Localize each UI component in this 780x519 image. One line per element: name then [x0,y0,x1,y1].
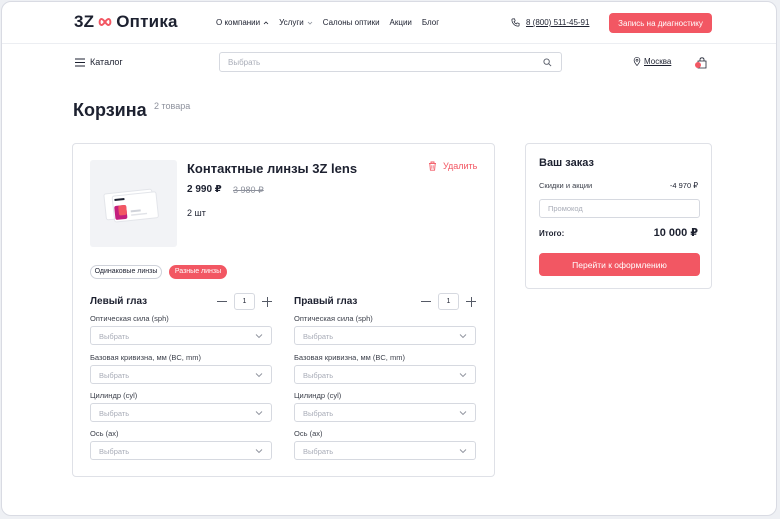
increase-button[interactable] [262,296,272,307]
nav-item-label: Блог [421,18,440,27]
left-sph-select[interactable]: Выбрать [90,326,272,345]
order-summary-card: Ваш заказ Скидки и акции -4 970 ₽ Итого:… [525,143,712,289]
chevron-down-icon [459,449,467,454]
logo-mark: 3Z [74,12,95,31]
cart-badge-dot [695,62,701,68]
menu-icon [75,58,85,66]
right-eye-quantity-stepper: 1 [421,293,476,310]
logo-text: Оптика [116,12,178,31]
right-cyl-select[interactable]: Выбрать [294,403,476,422]
search-icon[interactable] [543,58,552,67]
nav-item-label: О компании [216,18,261,27]
select-placeholder: Выбрать [303,409,334,418]
chevron-down-icon [307,21,313,25]
trash-icon [429,161,436,171]
checkout-button[interactable]: Перейти к оформлению [539,253,700,276]
page-title: Корзина [73,100,147,120]
nav-item-services[interactable]: Услуги [279,18,313,27]
discount-value: -4 970 ₽ [669,181,698,190]
items-count: 2 товара [154,101,191,111]
ax-label: Ось (ax) [294,429,323,438]
logo[interactable]: 3Z Оптика [74,12,178,32]
sph-label: Оптическая сила (sph) [294,314,373,323]
nav-item-label: Акции [389,18,412,27]
product-name[interactable]: Контактные линзы 3Z lens [187,161,357,176]
main-nav: О компании Услуги Салоны оптики Акции Бл… [216,18,439,27]
cart-item-card: Контактные линзы 3Z lens 2 990 ₽ 3 980 ₽… [72,143,495,477]
nav-item-salons[interactable]: Салоны оптики [323,18,380,27]
chevron-down-icon [459,411,467,416]
delete-button[interactable]: Удалить [428,161,477,171]
same-lenses-toggle[interactable]: Одинаковые линзы [90,265,162,279]
chevron-down-icon [459,373,467,378]
right-bc-select[interactable]: Выбрать [294,365,476,384]
right-ax-select[interactable]: Выбрать [294,441,476,460]
left-eye-title: Левый глаз [90,296,148,307]
left-ax-select[interactable]: Выбрать [90,441,272,460]
product-price: 2 990 ₽ [187,184,222,195]
chevron-down-icon [255,411,263,416]
total-label: Итого: [539,229,565,238]
nav-item-blog[interactable]: Блог [422,18,439,27]
bc-label: Базовая кривизна, мм (BC, mm) [294,353,405,362]
select-placeholder: Выбрать [99,332,130,341]
decrease-button[interactable] [217,297,227,307]
right-eye-count[interactable]: 1 [438,293,459,310]
phone-icon [511,18,520,27]
cyl-label: Цилиндр (cyl) [90,391,138,400]
search-input[interactable] [228,56,528,69]
cart-button[interactable] [695,56,708,69]
location-pin-icon [633,57,641,66]
product-quantity: 2 шт [187,208,206,218]
different-lenses-toggle[interactable]: Разные линзы [169,265,227,279]
chevron-down-icon [459,334,467,339]
delete-label: Удалить [443,161,478,171]
phone-link[interactable]: 8 (800) 511-45-91 [511,18,589,27]
select-placeholder: Выбрать [99,409,130,418]
page-frame: 3Z Оптика О компании Услуги Салоны оптик… [1,1,777,516]
nav-item-label: Услуги [279,18,304,27]
nav-item-promos[interactable]: Акции [390,18,412,27]
total-value: 10 000 ₽ [653,227,698,239]
nav-item-about[interactable]: О компании [216,18,269,27]
infinity-icon [98,17,112,27]
left-eye-count[interactable]: 1 [234,293,255,310]
book-diagnostics-button[interactable]: Запись на диагностику [609,13,712,33]
select-placeholder: Выбрать [99,371,130,380]
order-title: Ваш заказ [539,157,594,169]
increase-button[interactable] [466,296,476,307]
promo-code-input[interactable] [539,199,700,218]
left-eye-quantity-stepper: 1 [217,293,272,310]
catalog-button[interactable]: Каталог [75,57,123,67]
sph-label: Оптическая сила (sph) [90,314,169,323]
left-bc-select[interactable]: Выбрать [90,365,272,384]
catalog-label: Каталог [90,57,123,67]
city-selector[interactable]: Москва [633,57,671,66]
product-old-price: 3 980 ₽ [233,185,264,195]
ax-label: Ось (ax) [90,429,119,438]
select-placeholder: Выбрать [303,332,334,341]
chevron-up-icon [263,20,269,24]
discount-label: Скидки и акции [539,181,593,190]
right-eye-title: Правый глаз [294,296,358,307]
right-sph-select[interactable]: Выбрать [294,326,476,345]
city-name: Москва [644,57,672,66]
phone-number: 8 (800) 511-45-91 [526,18,590,27]
select-placeholder: Выбрать [303,371,334,380]
select-placeholder: Выбрать [99,447,130,456]
nav-item-label: Салоны оптики [322,18,380,27]
lens-box-illustration [103,188,159,223]
product-image[interactable] [90,160,177,247]
decrease-button[interactable] [421,297,431,307]
chevron-down-icon [255,373,263,378]
cyl-label: Цилиндр (cyl) [294,391,342,400]
left-cyl-select[interactable]: Выбрать [90,403,272,422]
bc-label: Базовая кривизна, мм (BC, mm) [90,353,201,362]
search-box [219,52,562,72]
top-header: 3Z Оптика О компании Услуги Салоны оптик… [2,2,776,44]
chevron-down-icon [255,449,263,454]
chevron-down-icon [255,334,263,339]
select-placeholder: Выбрать [303,447,334,456]
